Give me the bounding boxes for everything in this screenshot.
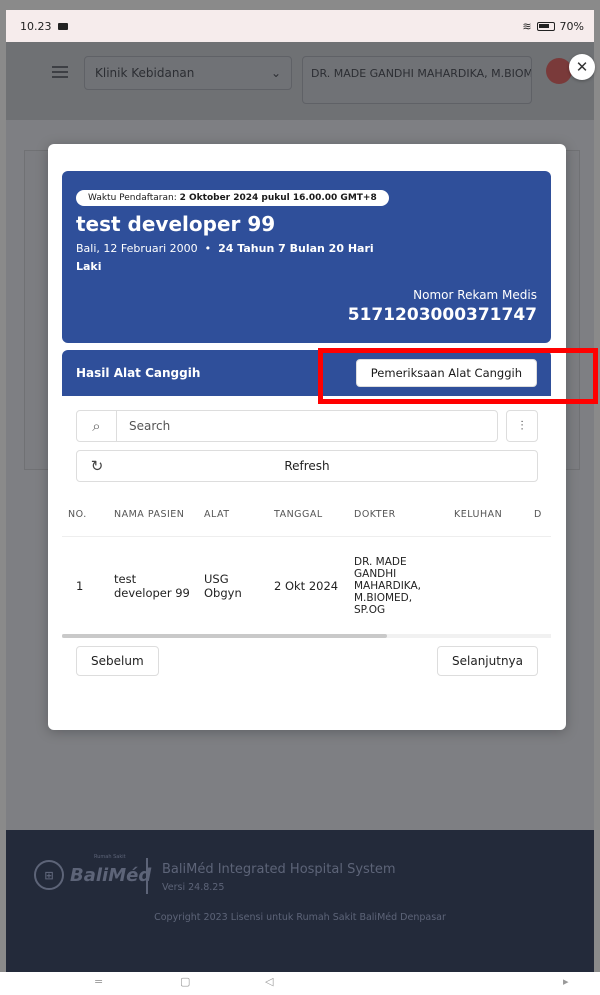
home-icon[interactable]: ▢	[180, 975, 190, 988]
back-icon[interactable]: ◁	[265, 975, 273, 988]
menu-icon[interactable]	[52, 66, 68, 78]
footer: ⊞ BaliMéd Rumah Sakit BaliMéd Integrated…	[6, 830, 594, 972]
table-header-row: NO. NAMA PASIEN ALAT TANGGAL DOKTER KELU…	[62, 494, 551, 537]
wifi-icon: ≋	[522, 19, 532, 33]
cell-dokter: DR. MADE GANDHI MAHARDIKA, M.BIOMED, SP.…	[354, 556, 422, 617]
refresh-icon: ↻	[90, 457, 104, 475]
table-row[interactable]: 1 test developer 99 USG Obgyn 2 Okt 2024…	[62, 536, 551, 636]
refresh-label: Refresh	[284, 459, 330, 473]
battery-level: 70%	[559, 19, 584, 33]
logo-text: BaliMéd	[70, 864, 152, 886]
col-alat: ALAT	[198, 494, 268, 537]
results-panel: Hasil Alat Canggih Pemeriksaan Alat Cang…	[62, 350, 551, 686]
patient-age: 24 Tahun 7 Bulan 20 Hari	[218, 242, 374, 255]
search-row: ⌕ ⫶	[76, 410, 538, 442]
recent-apps-icon[interactable]: =	[94, 975, 103, 988]
notification-icon	[57, 22, 68, 30]
results-header: Hasil Alat Canggih Pemeriksaan Alat Cang…	[62, 350, 551, 396]
pagination: Sebelum Selanjutnya	[76, 646, 538, 676]
footer-copyright: Copyright 2023 Lisensi untuk Rumah Sakit…	[154, 912, 446, 923]
registration-value: 2 Oktober 2024 pukul 16.00.00 GMT+8	[179, 193, 377, 203]
doctor-select[interactable]: DR. MADE GANDHI MAHARDIKA, M.BIOMED	[302, 56, 532, 104]
col-nama: NAMA PASIEN	[108, 494, 198, 537]
col-tanggal: TANGGAL	[268, 494, 348, 537]
top-bar: Klinik Kebidanan ⌄ DR. MADE GANDHI MAHAR…	[6, 42, 595, 120]
clinic-select-value: Klinik Kebidanan	[95, 66, 195, 80]
col-no: NO.	[62, 494, 108, 537]
exam-button[interactable]: Pemeriksaan Alat Canggih	[355, 359, 537, 387]
results-table: NO. NAMA PASIEN ALAT TANGGAL DOKTER KELU…	[62, 494, 551, 636]
cell-d	[528, 536, 551, 636]
status-time: 10.23	[20, 19, 52, 33]
cell-nama: test developer 99	[114, 572, 190, 601]
chevron-down-icon: ⌄	[270, 66, 281, 80]
horizontal-scrollbar[interactable]	[62, 634, 551, 638]
col-d: D	[528, 494, 551, 537]
patient-card: Waktu Pendaftaran: 2 Oktober 2024 pukul …	[62, 171, 551, 343]
search-icon: ⌕	[77, 411, 117, 441]
next-button[interactable]: Selanjutnya	[437, 646, 538, 676]
cell-no: 1	[76, 579, 84, 594]
filter-icon[interactable]: ⫶	[506, 410, 538, 442]
scrollbar-thumb[interactable]	[62, 634, 387, 638]
close-icon[interactable]: ✕	[569, 54, 595, 80]
medical-record-number: 5171203000371747	[347, 305, 537, 325]
footer-divider	[146, 858, 148, 894]
patient-dob-age: Bali, 12 Februari 2000 • 24 Tahun 7 Bula…	[76, 242, 374, 255]
logo-tag: Rumah Sakit	[94, 854, 126, 860]
status-bar: 10.23 ≋ 70%	[6, 10, 594, 42]
patient-modal: Waktu Pendaftaran: 2 Oktober 2024 pukul …	[48, 144, 566, 730]
app-area: Klinik Kebidanan ⌄ DR. MADE GANDHI MAHAR…	[6, 42, 595, 972]
patient-name: test developer 99	[76, 212, 276, 236]
search-box: ⌕	[76, 410, 498, 442]
registration-label: Waktu Pendaftaran:	[88, 193, 177, 203]
logo-mark-icon: ⊞	[34, 860, 64, 890]
col-keluhan: KELUHAN	[448, 494, 528, 537]
cell-keluhan	[448, 536, 528, 636]
cell-tanggal: 2 Okt 2024	[274, 579, 339, 594]
search-input[interactable]	[117, 411, 497, 441]
refresh-button[interactable]: ↻ Refresh	[76, 450, 538, 482]
prev-button[interactable]: Sebelum	[76, 646, 159, 676]
col-dokter: DOKTER	[348, 494, 448, 537]
clinic-select[interactable]: Klinik Kebidanan ⌄	[84, 56, 292, 90]
cell-alat: USG Obgyn	[204, 572, 242, 601]
avatar[interactable]	[546, 58, 572, 84]
registration-time: Waktu Pendaftaran: 2 Oktober 2024 pukul …	[76, 190, 389, 206]
patient-gender: Laki	[76, 260, 102, 273]
medical-record-label: Nomor Rekam Medis	[413, 288, 537, 302]
nav-extra-icon[interactable]: ▸	[563, 975, 569, 988]
battery-icon	[536, 21, 555, 31]
results-title: Hasil Alat Canggih	[76, 366, 201, 380]
balimed-logo: ⊞ BaliMéd Rumah Sakit	[34, 854, 152, 890]
footer-title: BaliMéd Integrated Hospital System	[162, 862, 396, 877]
doctor-select-value: DR. MADE GANDHI MAHARDIKA, M.BIOMED	[311, 67, 532, 80]
footer-version: Versi 24.8.25	[162, 882, 225, 893]
patient-dob: Bali, 12 Februari 2000	[76, 242, 198, 255]
android-nav-bar: = ▢ ◁ ▸	[0, 972, 600, 995]
